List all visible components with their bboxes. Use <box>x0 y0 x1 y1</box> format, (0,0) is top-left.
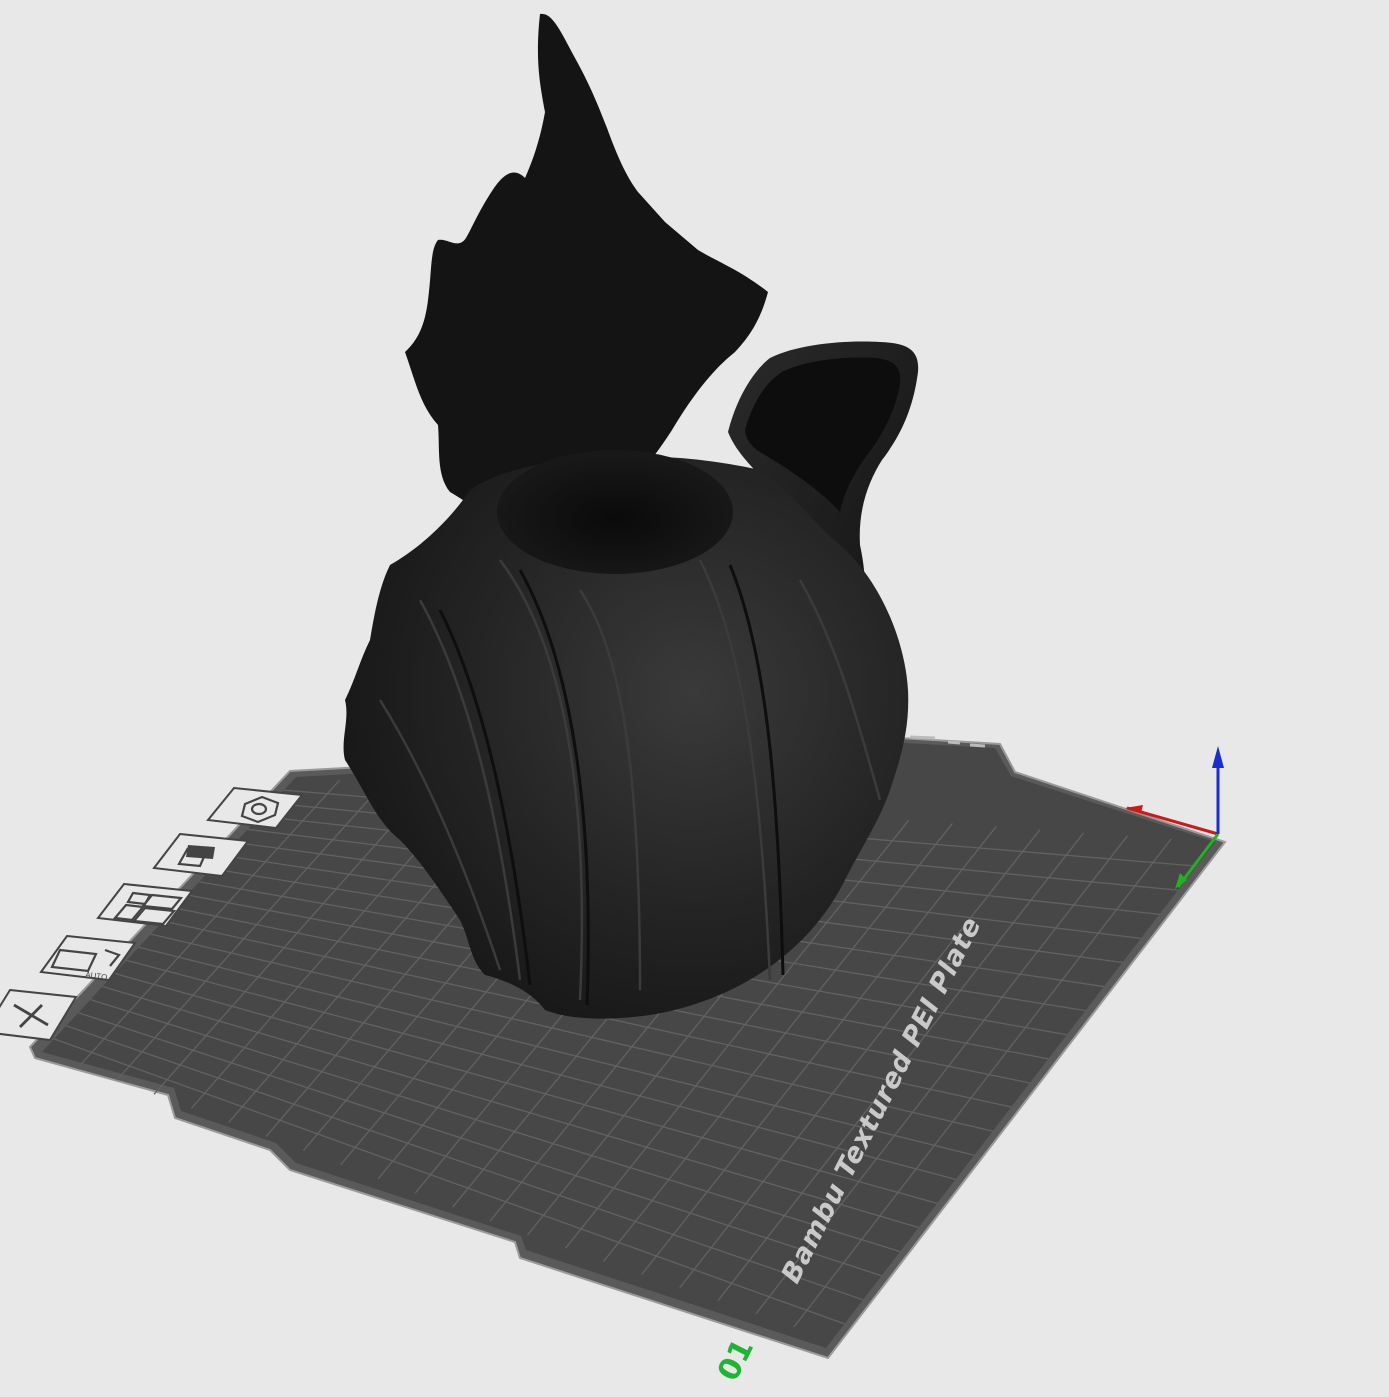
plate-number[interactable]: 01 <box>711 1334 761 1387</box>
3d-scene[interactable]: Bambu Textured PEI Plate AUTO 01 <box>0 0 1389 1397</box>
auto-badge: AUTO <box>85 970 108 982</box>
z-axis-arrow <box>1212 746 1224 768</box>
model-opening <box>497 450 733 574</box>
3d-model[interactable] <box>343 13 919 1019</box>
3d-viewport[interactable]: Bambu Textured PEI Plate AUTO 01 <box>0 0 1389 1397</box>
